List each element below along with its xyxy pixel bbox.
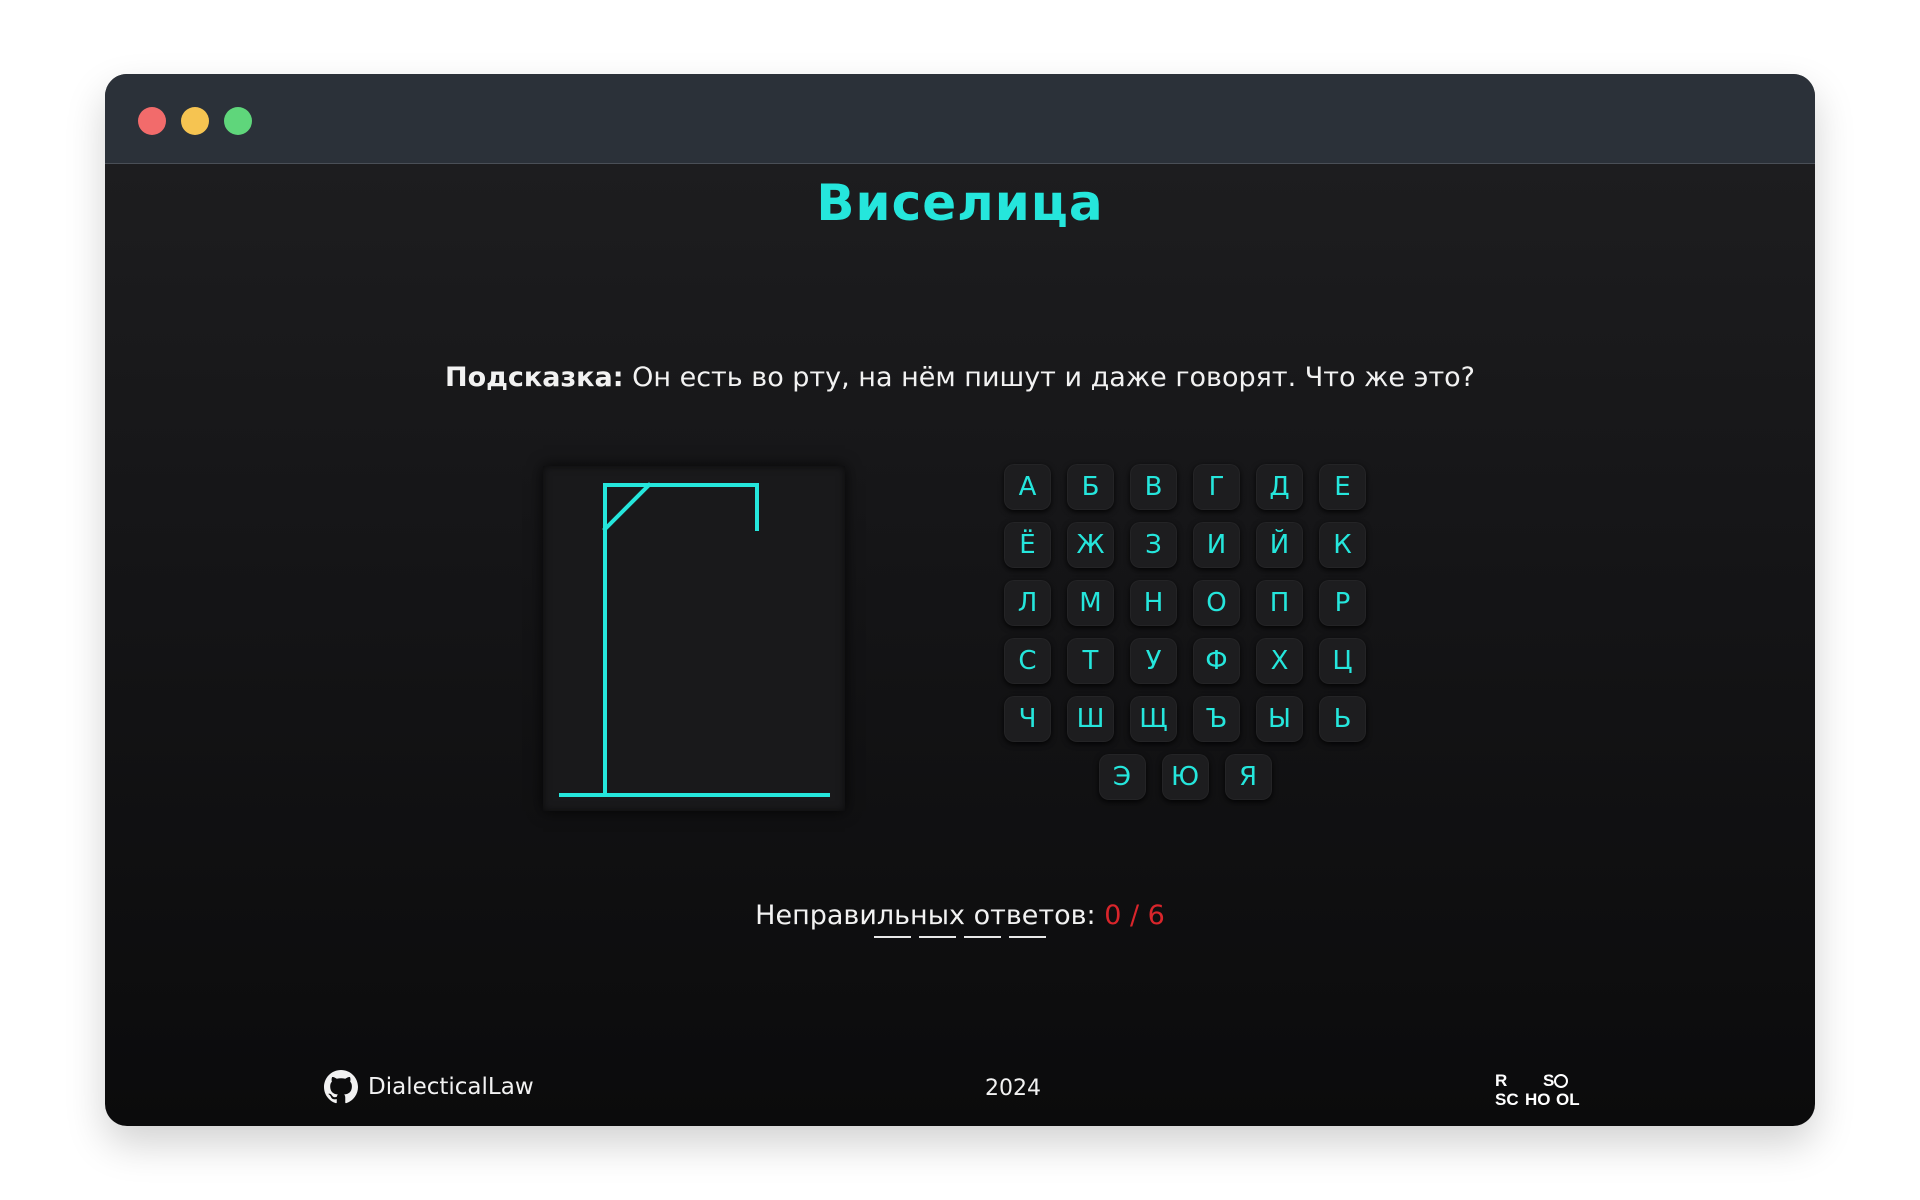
letter-key[interactable]: Ь	[1319, 696, 1366, 742]
letter-blank	[1009, 936, 1046, 938]
letter-key[interactable]: Б	[1067, 464, 1114, 510]
footer-year: 2024	[985, 1076, 1041, 1101]
letter-key[interactable]: Д	[1256, 464, 1303, 510]
rs-logo-ho: HO	[1525, 1090, 1551, 1109]
letter-key[interactable]: Ц	[1319, 638, 1366, 684]
letter-blank	[964, 936, 1001, 938]
letter-blank	[919, 936, 956, 938]
hint-label: Подсказка:	[444, 362, 624, 393]
mistakes-label: Неправильных ответов:	[755, 900, 1096, 931]
hint-text: Подсказка: Он есть во рту, на нём пишут …	[105, 362, 1815, 393]
keyboard-row: ЭЮЯ	[997, 754, 1373, 800]
letter-key[interactable]: С	[1004, 638, 1051, 684]
letter-key[interactable]: В	[1130, 464, 1177, 510]
letter-key[interactable]: О	[1193, 580, 1240, 626]
letter-key[interactable]: Ж	[1067, 522, 1114, 568]
window-titlebar	[105, 74, 1815, 164]
app-window: Виселица Подсказка: Он есть во рту, на н…	[105, 74, 1815, 1126]
letter-key[interactable]: Н	[1130, 580, 1177, 626]
secret-word	[105, 936, 1815, 938]
letter-key[interactable]: И	[1193, 522, 1240, 568]
footer: DialecticalLaw 2024 R S SC HO OL	[105, 1070, 1815, 1110]
mistakes-value: 0 / 6	[1104, 900, 1165, 931]
rs-logo-s: S	[1543, 1071, 1554, 1090]
keyboard-row: ЛМНОПР	[997, 580, 1373, 626]
keyboard-row: ЧШЩЪЫЬ	[997, 696, 1373, 742]
rs-logo-ol: OL	[1556, 1090, 1580, 1109]
letter-key[interactable]: Щ	[1130, 696, 1177, 742]
letter-key[interactable]: Э	[1098, 754, 1146, 800]
letter-key[interactable]: З	[1130, 522, 1177, 568]
gallows-brace	[602, 482, 652, 532]
letter-key[interactable]: А	[1004, 464, 1051, 510]
letter-key[interactable]: Ы	[1256, 696, 1303, 742]
close-window-button[interactable]	[138, 107, 166, 135]
rs-logo-sc: SC	[1495, 1090, 1519, 1109]
letter-key[interactable]: М	[1067, 580, 1114, 626]
letter-key[interactable]: Ё	[1004, 522, 1051, 568]
letter-key[interactable]: Г	[1193, 464, 1240, 510]
letter-key[interactable]: Ш	[1067, 696, 1114, 742]
keyboard-row: ЁЖЗИЙК	[997, 522, 1373, 568]
letter-key[interactable]: У	[1130, 638, 1177, 684]
letter-blank	[874, 936, 911, 938]
hint-body: Он есть во рту, на нём пишут и даже гово…	[632, 362, 1476, 393]
letter-key[interactable]: П	[1256, 580, 1303, 626]
gallows-drawing	[559, 482, 830, 797]
rs-school-logo: R S SC HO OL	[1495, 1071, 1580, 1109]
page-title: Виселица	[816, 174, 1104, 232]
letter-key[interactable]: Й	[1256, 522, 1303, 568]
minimize-window-button[interactable]	[181, 107, 209, 135]
github-icon	[324, 1070, 358, 1104]
letter-key[interactable]: Х	[1256, 638, 1303, 684]
gallows-panel	[543, 466, 845, 811]
rs-logo-r: R	[1495, 1071, 1507, 1090]
letter-key[interactable]: Р	[1319, 580, 1366, 626]
rs-logo-ring	[1554, 1074, 1568, 1088]
letter-key[interactable]: Е	[1319, 464, 1366, 510]
letter-key[interactable]: Ч	[1004, 696, 1051, 742]
letter-key[interactable]: Ф	[1193, 638, 1240, 684]
letter-keyboard: АБВГДЕ ЁЖЗИЙК ЛМНОПР СТУФХЦ ЧШЩЪЫЬ ЭЮЯ	[997, 464, 1373, 812]
maximize-window-button[interactable]	[224, 107, 252, 135]
letter-key[interactable]: К	[1319, 522, 1366, 568]
letter-key[interactable]: Ю	[1161, 754, 1209, 800]
github-link[interactable]: DialecticalLaw	[324, 1070, 534, 1104]
letter-key[interactable]: Т	[1067, 638, 1114, 684]
letter-key[interactable]: Ъ	[1193, 696, 1240, 742]
github-username: DialecticalLaw	[368, 1074, 534, 1100]
mistakes-counter: Неправильных ответов: 0 / 6	[105, 900, 1815, 931]
letter-key[interactable]: Л	[1004, 580, 1051, 626]
letter-key[interactable]: Я	[1224, 754, 1272, 800]
keyboard-row: СТУФХЦ	[997, 638, 1373, 684]
keyboard-row: АБВГДЕ	[997, 464, 1373, 510]
